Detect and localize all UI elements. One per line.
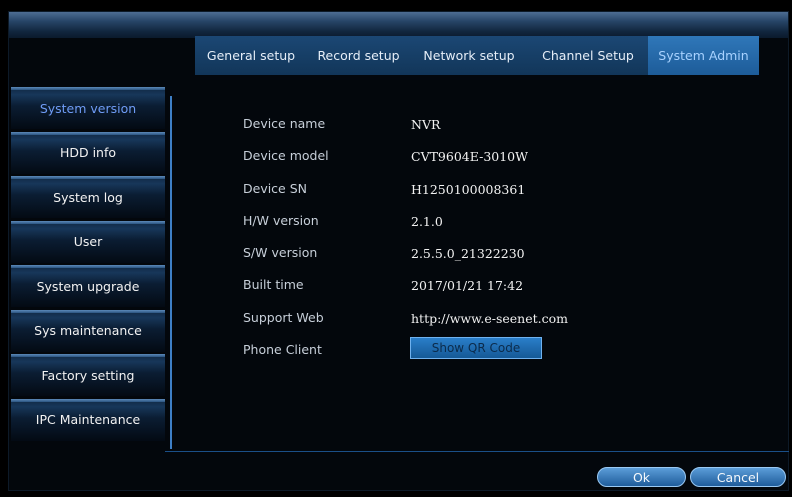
device-model-label: Device model (243, 148, 329, 164)
device-name-value: NVR (411, 117, 441, 132)
tab-network-setup[interactable]: Network setup (410, 36, 528, 75)
device-sn-row: Device SN H1250100008361 (243, 181, 663, 213)
sw-version-label: S/W version (243, 245, 318, 261)
sidebar-item-ipc-maintenance[interactable]: IPC Maintenance (11, 398, 165, 441)
tab-channel-setup[interactable]: Channel Setup (528, 36, 648, 75)
sidebar: System version HDD info System log User … (11, 87, 165, 451)
sidebar-item-system-upgrade[interactable]: System upgrade (11, 265, 165, 307)
device-model-row: Device model CVT9604E-3010W (243, 148, 663, 180)
sidebar-item-user[interactable]: User (11, 220, 165, 263)
title-bar (9, 12, 788, 38)
hw-version-row: H/W version 2.1.0 (243, 213, 663, 245)
tab-general-setup[interactable]: General setup (195, 36, 307, 75)
sidebar-item-hdd-info[interactable]: HDD info (11, 131, 165, 174)
built-time-value: 2017/01/21 17:42 (411, 278, 524, 294)
sidebar-item-sys-maintenance[interactable]: Sys maintenance (11, 309, 165, 352)
sw-version-row: S/W version 2.5.5.0_21322230 (243, 245, 663, 277)
hw-version-value: 2.1.0 (411, 213, 443, 229)
device-model-value: CVT9604E-3010W (411, 149, 528, 165)
system-version-panel: Device name NVR Device model CVT9604E-30… (243, 116, 663, 374)
sw-version-value: 2.5.5.0_21322230 (411, 246, 525, 262)
support-web-label: Support Web (243, 309, 324, 325)
sidebar-item-system-log[interactable]: System log (11, 176, 165, 218)
cancel-button[interactable]: Cancel (690, 467, 786, 487)
hw-version-label: H/W version (243, 212, 319, 228)
tab-record-setup[interactable]: Record setup (307, 36, 410, 75)
tab-bar: General setup Record setup Network setup… (195, 36, 759, 75)
built-time-row: Built time 2017/01/21 17:42 (243, 277, 663, 309)
device-sn-label: Device SN (243, 180, 308, 196)
footer-divider (165, 451, 789, 452)
tab-system-admin[interactable]: System Admin (648, 36, 759, 75)
show-qr-code-button[interactable]: Show QR Code (410, 337, 542, 360)
sidebar-item-system-version[interactable]: System version (11, 87, 165, 129)
phone-client-row: Phone Client Show QR Code (243, 337, 663, 374)
support-web-value: http://www.e-seenet.com (411, 310, 568, 326)
sidebar-item-factory-setting[interactable]: Factory setting (11, 354, 165, 396)
ok-button[interactable]: Ok (597, 467, 686, 487)
built-time-label: Built time (243, 277, 304, 293)
phone-client-label: Phone Client (243, 342, 322, 358)
device-name-label: Device name (243, 116, 326, 131)
device-sn-value: H1250100008361 (411, 181, 526, 197)
device-name-row: Device name NVR (243, 116, 663, 148)
sidebar-divider (170, 96, 172, 449)
